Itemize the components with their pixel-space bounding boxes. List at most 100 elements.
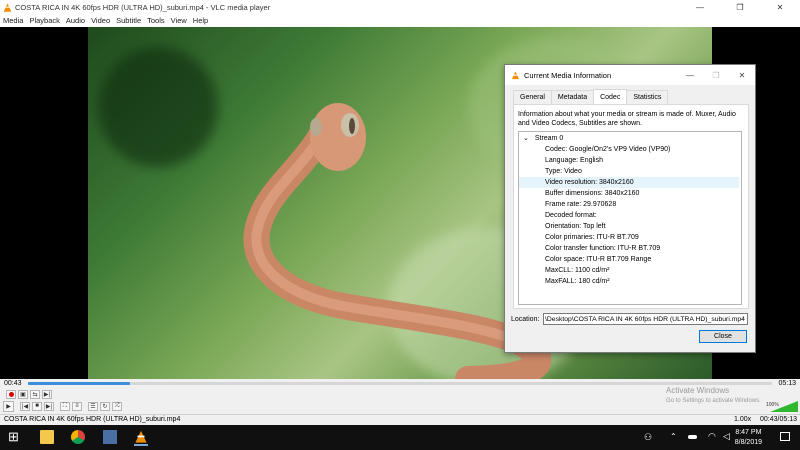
- extended-settings-button[interactable]: ≡: [72, 401, 82, 411]
- menu-playback[interactable]: Playback: [29, 16, 59, 25]
- play-button[interactable]: ▶: [3, 400, 14, 412]
- file-explorer-icon[interactable]: [40, 430, 54, 444]
- frame-step-button[interactable]: ▶|: [42, 389, 52, 399]
- watermark-title: Activate Windows: [666, 386, 730, 395]
- status-position[interactable]: 00:43/05:13: [760, 416, 797, 423]
- window-title: COSTA RICA IN 4K 60fps HDR (ULTRA HD)_su…: [15, 2, 271, 12]
- skip-back-icon: |◀: [21, 403, 29, 410]
- tray-chevron-icon[interactable]: ⌃: [670, 432, 677, 441]
- collapse-chevron-icon[interactable]: ⌄: [523, 135, 529, 142]
- field-frame-rate[interactable]: Frame rate: 29.970628: [545, 199, 616, 210]
- close-button[interactable]: Close: [699, 330, 747, 343]
- ab-loop-icon: ⇆: [32, 391, 38, 398]
- camera-icon: ▣: [20, 391, 26, 398]
- speaker-icon[interactable]: ◁: [723, 431, 730, 442]
- field-buffer-dimensions[interactable]: Buffer dimensions: 3840x2160: [545, 188, 639, 199]
- network-app-icon[interactable]: [103, 430, 117, 444]
- activation-watermark: Activate Windows Go to Settings to activ…: [666, 386, 761, 406]
- menu-view[interactable]: View: [171, 16, 187, 25]
- skip-forward-icon: ▶|: [45, 403, 53, 410]
- field-color-space[interactable]: Color space: ITU-R BT.709 Range: [545, 254, 651, 265]
- onedrive-icon[interactable]: [688, 435, 697, 439]
- main-controls: ▶ |◀ ■ ▶| ⛶ ≡ ☰ ↻ ⤮: [0, 400, 122, 412]
- codec-description: Information about what your media or str…: [518, 111, 736, 127]
- dialog-close-icon-button[interactable]: ✕: [729, 65, 755, 85]
- field-color-primaries[interactable]: Color primaries: ITU-R BT.709: [545, 232, 639, 243]
- volume-percent: 100%: [766, 402, 779, 408]
- codec-panel: Information about what your media or str…: [513, 104, 749, 309]
- previous-button[interactable]: |◀: [20, 401, 30, 411]
- loop-ab-button[interactable]: ⇆: [30, 389, 40, 399]
- tab-codec[interactable]: Codec: [593, 89, 628, 104]
- tab-general[interactable]: General: [513, 90, 552, 104]
- status-filename: COSTA RICA IN 4K 60fps HDR (ULTRA HD)_su…: [4, 416, 181, 423]
- close-window-button[interactable]: ✕: [760, 0, 800, 14]
- field-maxcll[interactable]: MaxCLL: 1100 cd/m²: [545, 265, 609, 276]
- status-bar: COSTA RICA IN 4K 60fps HDR (ULTRA HD)_su…: [0, 414, 800, 425]
- chrome-icon[interactable]: [71, 430, 85, 444]
- fullscreen-button[interactable]: ⛶: [60, 401, 70, 411]
- people-icon[interactable]: ⚇: [644, 432, 652, 443]
- field-language[interactable]: Language: English: [545, 155, 603, 166]
- field-orientation[interactable]: Orientation: Top left: [545, 221, 606, 232]
- playback-speed[interactable]: 1.00x: [734, 416, 751, 423]
- tab-statistics[interactable]: Statistics: [626, 90, 669, 104]
- elapsed-time: 00:43: [4, 380, 22, 387]
- menu-help[interactable]: Help: [193, 16, 208, 25]
- dialog-minimize-button[interactable]: —: [677, 65, 703, 85]
- advanced-controls: ▣ ⇆ ▶|: [0, 388, 52, 400]
- shuffle-button[interactable]: ⤮: [112, 401, 122, 411]
- restore-button[interactable]: ❐: [720, 0, 760, 14]
- seek-slider[interactable]: [28, 382, 772, 385]
- codec-tree[interactable]: ⌄ Stream 0 Codec: Google/On2's VP9 Video…: [518, 131, 742, 305]
- location-field[interactable]: \Desktop\COSTA RICA IN 4K 60fps HDR (ULT…: [543, 313, 748, 325]
- vlc-cone-icon: [3, 2, 12, 12]
- title-bar: COSTA RICA IN 4K 60fps HDR (ULTRA HD)_su…: [0, 0, 800, 14]
- menu-tools[interactable]: Tools: [147, 16, 165, 25]
- fullscreen-icon: ⛶: [62, 402, 68, 409]
- list-icon: ☰: [90, 403, 96, 410]
- playlist-button[interactable]: ☰: [88, 401, 98, 411]
- stop-icon: ■: [35, 403, 39, 409]
- shuffle-icon: ⤮: [114, 402, 120, 409]
- wifi-icon[interactable]: ◠: [708, 431, 716, 442]
- field-video-resolution[interactable]: Video resolution: 3840x2160: [519, 177, 739, 188]
- sliders-icon: ≡: [75, 403, 79, 409]
- seek-progress-fill: [28, 382, 130, 385]
- total-time: 05:13: [778, 380, 796, 387]
- watermark-subtitle: Go to Settings to activate Windows.: [666, 398, 761, 404]
- loop-button[interactable]: ↻: [100, 401, 110, 411]
- record-button[interactable]: [6, 389, 16, 399]
- frame-step-icon: ▶|: [43, 391, 51, 398]
- menu-subtitle[interactable]: Subtitle: [116, 16, 141, 25]
- stream-node[interactable]: ⌄ Stream 0: [523, 133, 563, 144]
- menu-audio[interactable]: Audio: [66, 16, 85, 25]
- volume-control[interactable]: 100%: [760, 401, 798, 415]
- field-codec[interactable]: Codec: Google/On2's VP9 Video (VP90): [545, 144, 670, 155]
- stop-button[interactable]: ■: [32, 401, 42, 411]
- field-maxfall[interactable]: MaxFALL: 180 cd/m²: [545, 276, 610, 287]
- location-label: Location:: [511, 316, 540, 323]
- record-icon: [8, 391, 14, 397]
- snapshot-button[interactable]: ▣: [18, 389, 28, 399]
- field-type[interactable]: Type: Video: [545, 166, 582, 177]
- next-button[interactable]: ▶|: [44, 401, 54, 411]
- dialog-title: Current Media Information: [524, 70, 612, 80]
- system-clock[interactable]: 8:47 PM 8/8/2019: [735, 428, 762, 448]
- stream-label: Stream 0: [534, 135, 564, 142]
- field-decoded-format[interactable]: Decoded format:: [545, 210, 597, 221]
- minimize-button[interactable]: —: [680, 0, 720, 14]
- dialog-maximize-button[interactable]: ❐: [703, 65, 729, 85]
- tab-metadata[interactable]: Metadata: [550, 90, 595, 104]
- notifications-icon[interactable]: [780, 432, 790, 441]
- field-color-transfer[interactable]: Color transfer function: ITU-R BT.709: [545, 243, 660, 254]
- menu-media[interactable]: Media: [3, 16, 23, 25]
- vlc-cone-icon: [511, 70, 520, 79]
- clock-time: 8:47 PM: [735, 429, 762, 436]
- menu-video[interactable]: Video: [91, 16, 110, 25]
- dialog-tabs: General Metadata Codec Statistics: [513, 89, 669, 104]
- play-icon: ▶: [6, 403, 11, 410]
- menu-bar: Media Playback Audio Video Subtitle Tool…: [0, 14, 800, 27]
- vlc-taskbar-icon[interactable]: [134, 430, 148, 446]
- start-icon[interactable]: ⊞: [8, 430, 22, 444]
